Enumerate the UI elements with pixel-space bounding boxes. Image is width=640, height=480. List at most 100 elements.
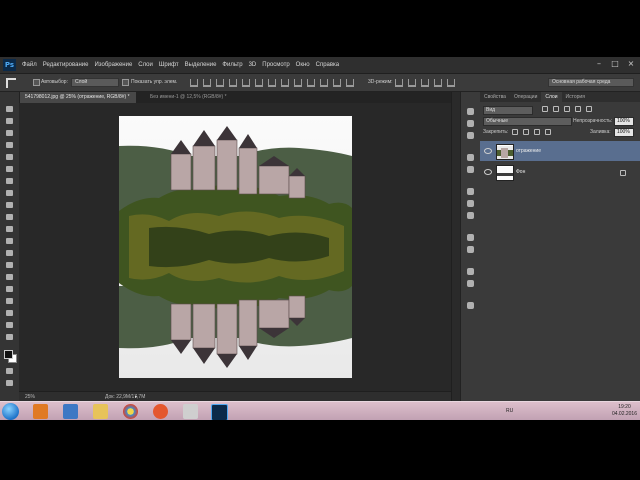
- align-vcenter-icon[interactable]: [203, 79, 211, 87]
- canvas-area[interactable]: [19, 103, 451, 391]
- menu-type[interactable]: Шрифт: [159, 62, 179, 68]
- fill-input[interactable]: 100%: [614, 128, 634, 137]
- zoom-tool-icon[interactable]: [6, 334, 13, 340]
- align-left-icon[interactable]: [229, 79, 237, 87]
- minimize-icon[interactable]: –: [594, 59, 604, 69]
- styles-panel-icon[interactable]: [467, 212, 474, 219]
- distribute-bottom-icon[interactable]: [294, 79, 302, 87]
- screen-mode-icon[interactable]: [6, 380, 13, 386]
- quick-mask-icon[interactable]: [6, 368, 13, 374]
- gradient-tool-icon[interactable]: [6, 238, 13, 244]
- auto-align-icon[interactable]: [346, 79, 354, 87]
- tab-properties[interactable]: Свойства: [480, 92, 510, 102]
- channels-panel-icon[interactable]: [467, 166, 474, 173]
- lock-image-icon[interactable]: [523, 129, 529, 135]
- menu-file[interactable]: Файл: [22, 62, 37, 68]
- layer-name-background[interactable]: Фон: [516, 169, 525, 175]
- healing-brush-tool-icon[interactable]: [6, 178, 13, 184]
- brush-tool-icon[interactable]: [6, 190, 13, 196]
- chrome-icon[interactable]: [123, 404, 138, 419]
- foreground-color-swatch[interactable]: [4, 350, 13, 359]
- menu-layers[interactable]: Слои: [138, 62, 153, 68]
- dodge-tool-icon[interactable]: [6, 262, 13, 268]
- photoshop-icon[interactable]: [211, 404, 228, 420]
- move-tool-icon[interactable]: [6, 78, 16, 88]
- blend-mode-select[interactable]: Обычные: [483, 117, 572, 126]
- clone-stamp-tool-icon[interactable]: [6, 202, 13, 208]
- close-icon[interactable]: ×: [626, 59, 636, 69]
- layer-row-reflection[interactable]: отражение: [480, 141, 640, 161]
- system-clock[interactable]: 19:20 04.02.2016: [612, 404, 637, 418]
- show-controls-checkbox[interactable]: [122, 79, 129, 86]
- move-tool-icon[interactable]: [6, 106, 13, 112]
- tab-history[interactable]: История: [562, 92, 589, 102]
- crop-tool-icon[interactable]: [6, 154, 13, 160]
- visibility-eye-icon[interactable]: [484, 148, 492, 154]
- layer-name-reflection[interactable]: отражение: [516, 148, 541, 154]
- shape-tool-icon[interactable]: [6, 310, 13, 316]
- eraser-tool-icon[interactable]: [6, 226, 13, 232]
- menu-image[interactable]: Изображение: [94, 62, 132, 68]
- tab-document-active[interactable]: 541798012.jpg @ 25% (отражение, RGB/8#) …: [19, 92, 136, 103]
- menu-filter[interactable]: Фильтр: [222, 62, 242, 68]
- quick-select-tool-icon[interactable]: [6, 142, 13, 148]
- menu-view[interactable]: Просмотр: [262, 62, 289, 68]
- network-icon[interactable]: [183, 404, 198, 419]
- character-panel-icon[interactable]: [467, 246, 474, 253]
- start-button[interactable]: [2, 403, 19, 420]
- info-panel-icon[interactable]: [467, 302, 474, 309]
- maximize-icon[interactable]: □: [610, 59, 620, 69]
- blur-tool-icon[interactable]: [6, 250, 13, 256]
- document-canvas[interactable]: [119, 116, 352, 378]
- lock-all-icon[interactable]: [545, 129, 551, 135]
- opacity-input[interactable]: 100%: [614, 117, 634, 126]
- paragraph-panel-icon[interactable]: [467, 234, 474, 241]
- menu-edit[interactable]: Редактирование: [43, 62, 89, 68]
- menu-select[interactable]: Выделение: [185, 62, 217, 68]
- roll3d-icon[interactable]: [408, 79, 416, 87]
- color-panel-icon[interactable]: [467, 188, 474, 195]
- align-right-icon[interactable]: [255, 79, 263, 87]
- autoselect-checkbox[interactable]: [33, 79, 40, 86]
- swatches-panel-icon[interactable]: [467, 200, 474, 207]
- actions-panel-icon[interactable]: [467, 120, 474, 127]
- language-indicator[interactable]: RU: [506, 408, 513, 414]
- hand-tool-icon[interactable]: [6, 322, 13, 328]
- brush-panel-icon[interactable]: [467, 268, 474, 275]
- windows-media-player-icon[interactable]: [33, 404, 48, 419]
- menu-3d[interactable]: 3D: [249, 62, 257, 68]
- eyedropper-tool-icon[interactable]: [6, 166, 13, 172]
- history-panel-icon[interactable]: [467, 108, 474, 115]
- distribute-hcenter-icon[interactable]: [320, 79, 328, 87]
- folder-icon[interactable]: [93, 404, 108, 419]
- visibility-eye-icon[interactable]: [484, 169, 492, 175]
- firefox-icon[interactable]: [153, 404, 168, 419]
- filter-adjustment-icon[interactable]: [553, 106, 559, 112]
- workspace-select[interactable]: Основная рабочая среда: [548, 78, 634, 87]
- clone-source-panel-icon[interactable]: [467, 280, 474, 287]
- path-select-tool-icon[interactable]: [6, 298, 13, 304]
- distribute-right-icon[interactable]: [333, 79, 341, 87]
- history-brush-tool-icon[interactable]: [6, 214, 13, 220]
- slide3d-icon[interactable]: [434, 79, 442, 87]
- marquee-tool-icon[interactable]: [6, 118, 13, 124]
- menu-window[interactable]: Окно: [296, 62, 310, 68]
- align-top-icon[interactable]: [190, 79, 198, 87]
- tab-layers[interactable]: Слои: [541, 92, 562, 102]
- tab-actions[interactable]: Операции: [510, 92, 541, 102]
- distribute-vcenter-icon[interactable]: [281, 79, 289, 87]
- filter-type-icon[interactable]: [564, 106, 570, 112]
- align-hcenter-icon[interactable]: [242, 79, 250, 87]
- filter-pixel-icon[interactable]: [542, 106, 548, 112]
- layer-filter-select[interactable]: Вид: [483, 106, 533, 115]
- distribute-top-icon[interactable]: [268, 79, 276, 87]
- filter-smart-icon[interactable]: [586, 106, 592, 112]
- lasso-tool-icon[interactable]: [6, 130, 13, 136]
- align-bottom-icon[interactable]: [216, 79, 224, 87]
- layer-row-background[interactable]: Фон: [480, 162, 640, 182]
- tab-document-untitled[interactable]: Без имени-1 @ 12,5% (RGB/8#) *: [144, 92, 233, 103]
- pen-tool-icon[interactable]: [6, 274, 13, 280]
- drag3d-icon[interactable]: [421, 79, 429, 87]
- lock-transparent-icon[interactable]: [512, 129, 518, 135]
- video-player-icon[interactable]: [63, 404, 78, 419]
